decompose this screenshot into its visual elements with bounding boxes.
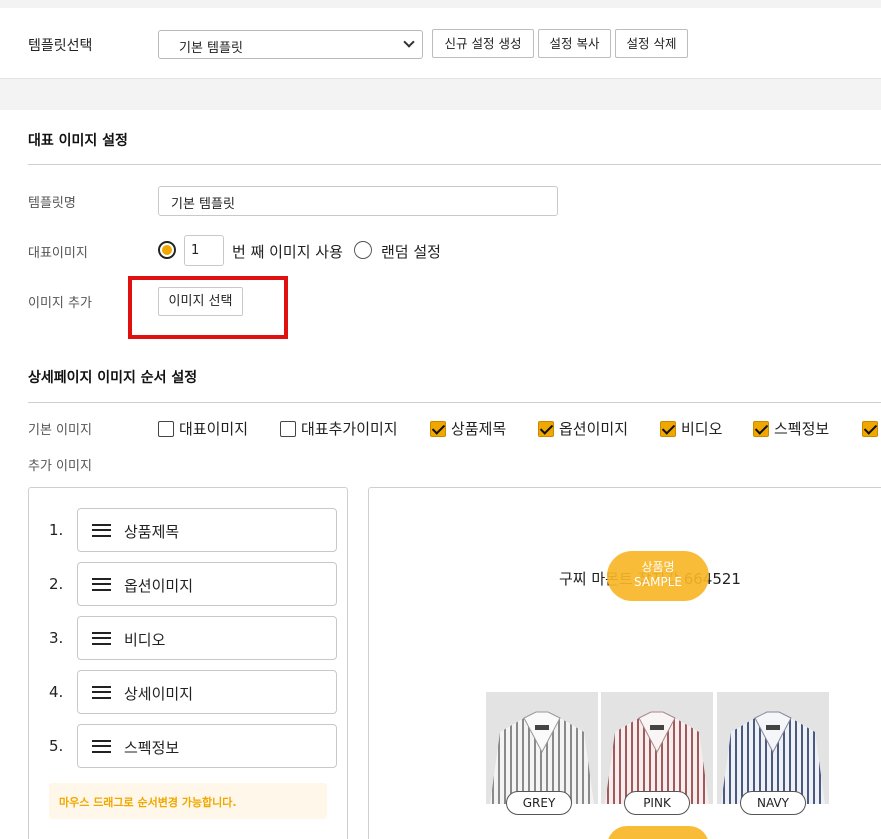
- image-order-list: 1. 상품제목 2. 옵션이미지 3. 비디오 4. 상세이미지 5. 스펙정보…: [28, 487, 348, 839]
- checkbox-more[interactable]: [862, 421, 878, 437]
- color-tag-grey: GREY: [506, 791, 572, 815]
- list-item-label: 비디오: [124, 631, 166, 649]
- option-sample-badge: [607, 826, 709, 839]
- checkbox-label: 옵션이미지: [559, 420, 629, 438]
- checkbox-product-title[interactable]: [430, 421, 446, 437]
- sample-badge-line1: 상품명: [641, 560, 675, 574]
- template-select-label: 템플릿선택: [28, 38, 93, 54]
- rep-image-index-input[interactable]: 1: [184, 235, 224, 266]
- detail-page-preview: 구찌 마몬트 장지갑 664521 상품명 SAMPLE: [368, 487, 881, 839]
- checkbox-rep-image[interactable]: [158, 421, 174, 437]
- drag-handle-icon[interactable]: [92, 524, 111, 537]
- settings-panel: 대표 이미지 설정 템플릿명 기본 템플릿 대표이미지 1 번 째 이미지 사용…: [0, 110, 881, 839]
- drag-hint: 마우스 드래그로 순서변경 가능합니다.: [49, 783, 327, 819]
- drag-hint-text: 마우스 드래그로 순서변경 가능합니다.: [59, 796, 237, 809]
- list-item[interactable]: 스펙정보: [77, 724, 337, 768]
- add-image-label: 이미지 추가: [28, 296, 92, 311]
- color-tag-pink: PINK: [624, 791, 690, 815]
- checkbox-label: 상품제목: [451, 420, 507, 438]
- template-select-value: 기본 템플릿: [179, 41, 243, 56]
- random-setting-label: 랜덤 설정: [381, 243, 441, 261]
- drag-handle-icon[interactable]: [92, 740, 111, 753]
- checkbox-spec-info[interactable]: [753, 421, 769, 437]
- checkbox-label: 스펙정보: [774, 420, 830, 438]
- order-number: 3.: [49, 629, 64, 647]
- checkbox-label: 대표이미지: [179, 420, 249, 438]
- copy-setting-button[interactable]: 설정 복사: [538, 29, 611, 58]
- option-image-navy: [717, 692, 829, 804]
- checkbox-video[interactable]: [660, 421, 676, 437]
- rep-image-index-radio[interactable]: [158, 241, 176, 259]
- template-select[interactable]: 기본 템플릿: [158, 30, 423, 59]
- option-image-pink: [601, 692, 713, 804]
- order-number: 4.: [49, 683, 64, 701]
- list-item-label: 상품제목: [124, 523, 180, 541]
- order-number: 2.: [49, 575, 64, 593]
- drag-handle-icon[interactable]: [92, 632, 111, 645]
- divider: [28, 164, 881, 165]
- template-name-label: 템플릿명: [28, 196, 76, 211]
- drag-handle-icon[interactable]: [92, 686, 111, 699]
- option-image-grey: [486, 692, 598, 804]
- list-item-label: 스펙정보: [124, 739, 180, 757]
- order-number: 5.: [49, 737, 64, 755]
- order-number: 1.: [49, 521, 64, 539]
- basic-image-label: 기본 이미지: [28, 423, 92, 438]
- image-select-button[interactable]: 이미지 선택: [158, 287, 243, 316]
- extra-image-label: 추가 이미지: [28, 459, 92, 474]
- sample-badge-line2: SAMPLE: [634, 575, 682, 589]
- checkbox-label: 비디오: [681, 420, 723, 438]
- rep-image-index-suffix: 번 째 이미지 사용: [232, 243, 343, 261]
- rep-image-label: 대표이미지: [28, 246, 88, 261]
- list-item-label: 옵션이미지: [124, 577, 194, 595]
- create-setting-button[interactable]: 신규 설정 생성: [432, 29, 534, 58]
- product-name-sample-badge: 상품명 SAMPLE: [607, 551, 709, 601]
- template-name-value: 기본 템플릿: [171, 197, 235, 212]
- list-item-label: 상세이미지: [124, 685, 194, 703]
- checkbox-option-image[interactable]: [538, 421, 554, 437]
- delete-setting-button[interactable]: 설정 삭제: [615, 29, 688, 58]
- detail-order-section-title: 상세페이지 이미지 순서 설정: [28, 370, 198, 386]
- checkbox-rep-extra-image[interactable]: [280, 421, 296, 437]
- rep-image-section-title: 대표 이미지 설정: [28, 133, 128, 149]
- list-item[interactable]: 비디오: [77, 616, 337, 660]
- divider: [28, 402, 881, 403]
- list-item[interactable]: 옵션이미지: [77, 562, 337, 606]
- drag-handle-icon[interactable]: [92, 578, 111, 591]
- list-item[interactable]: 상품제목: [77, 508, 337, 552]
- chevron-down-icon: [403, 36, 415, 48]
- checkbox-label: 대표추가이미지: [301, 420, 398, 438]
- template-toolbar: 템플릿선택 기본 템플릿 신규 설정 생성 설정 복사 설정 삭제: [0, 8, 881, 79]
- color-tag-navy: NAVY: [740, 791, 806, 815]
- template-name-input[interactable]: 기본 템플릿: [158, 186, 558, 216]
- random-setting-radio[interactable]: [354, 241, 372, 259]
- rep-image-index-value: 1: [191, 243, 200, 258]
- list-item[interactable]: 상세이미지: [77, 670, 337, 714]
